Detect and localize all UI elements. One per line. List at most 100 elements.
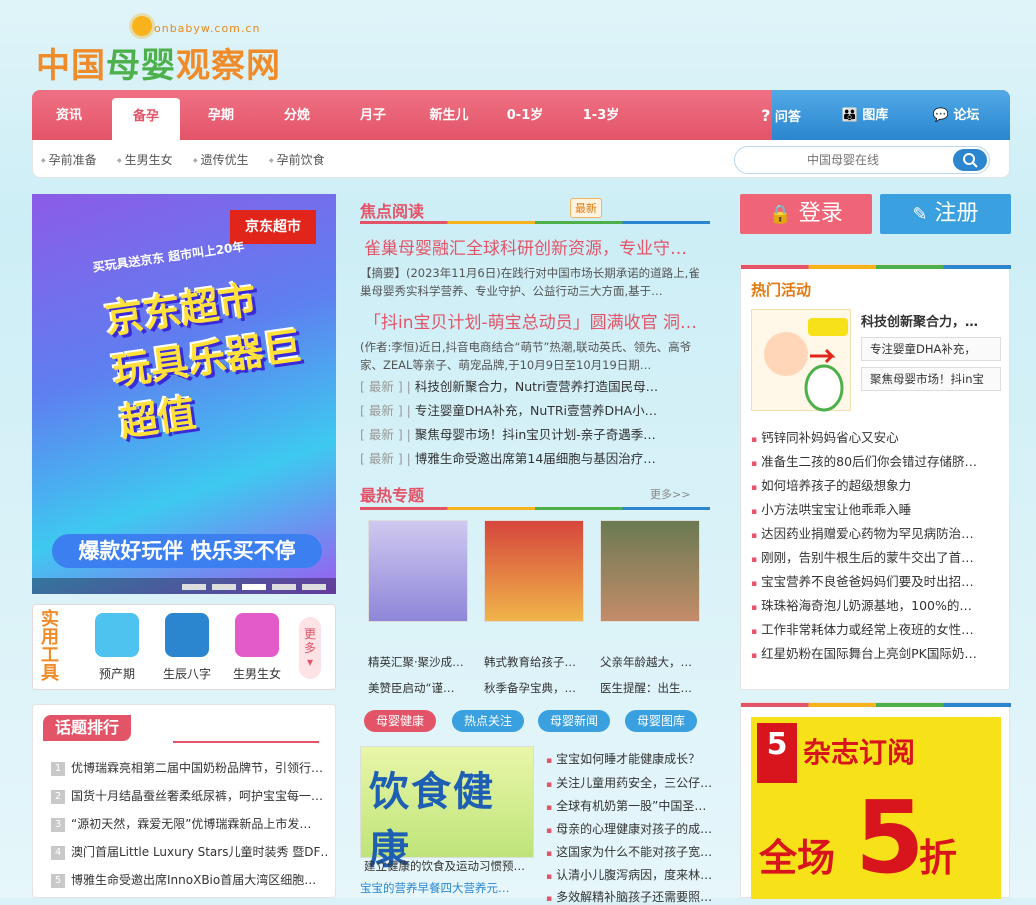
topic-caption[interactable]: 医生提醒：出生…: [600, 680, 708, 696]
health-list-item[interactable]: 认清小儿腹泻病因，度来林…: [546, 866, 712, 883]
tools-panel: 实用工具 预产期 生辰八字 生男生女 更多 ▾: [32, 604, 336, 690]
search-button[interactable]: [953, 149, 987, 171]
activity-list-item[interactable]: 刚刚，告别牛根生后的蒙牛交出了首…: [751, 547, 1005, 566]
logo-part-2: 母婴: [106, 46, 176, 86]
magazine-subscribe-text: 杂志订阅: [803, 736, 916, 769]
nav-item-pregnancy[interactable]: 孕期: [188, 90, 254, 140]
subnav-item[interactable]: 遗传优生: [193, 151, 249, 168]
tool-gender[interactable]: 生男生女: [227, 613, 287, 682]
gender-icon: [235, 613, 279, 657]
magazine-discount-number: 5: [855, 779, 925, 896]
activity-list-item[interactable]: 如何培养孩子的超级想象力: [751, 475, 1005, 494]
rank-text: 优博瑞霖亮相第二届中国奶粉品牌节，引领行…: [71, 761, 324, 775]
health-list-item[interactable]: 多效解精补脑孩子还需要照…: [546, 888, 712, 905]
baby-milk-image[interactable]: [751, 309, 851, 412]
topic-caption[interactable]: 韩式教育给孩子…: [484, 654, 592, 670]
activity-list-item[interactable]: 达因药业捐赠爱心药物为罕见病防治…: [751, 523, 1005, 542]
magazine-ad[interactable]: 5 杂志订阅 全场 5 折: [740, 702, 1011, 899]
rank-text: “源初天然，霖爱无限”优博瑞霖新品上市发…: [71, 817, 312, 831]
ranking-row[interactable]: 2 国货十月结晶蚕丝奢柔纸尿裤，呵护宝宝每一…: [51, 787, 329, 807]
hot-topics-more-link[interactable]: 更多>>: [650, 486, 690, 502]
topic-thumbnail[interactable]: [484, 520, 584, 622]
carousel-dot-active[interactable]: [242, 584, 266, 590]
ranking-row[interactable]: 1 优博瑞霖亮相第二届中国奶粉品牌节，引领行…: [51, 759, 329, 779]
tools-more-button[interactable]: 更多 ▾: [299, 617, 321, 679]
topic-caption[interactable]: 精英汇聚·聚沙成…: [368, 654, 476, 670]
nav-item-confinement[interactable]: 月子: [340, 90, 406, 140]
news-item[interactable]: [ 最新 ] | 博雅生命受邀出席第14届细胞与基因治疗…: [360, 448, 710, 467]
nav-item-news[interactable]: 资讯: [32, 90, 106, 140]
news-tag: [ 最新 ] |: [360, 451, 411, 466]
ranking-row[interactable]: 3 “源初天然，霖爱无限”优博瑞霖新品上市发…: [51, 815, 329, 835]
nav-item-qa[interactable]: ? 问答: [750, 90, 812, 140]
topic-caption[interactable]: 秋季备孕宝典，…: [484, 680, 592, 696]
nav-item-forum[interactable]: 💬 论坛: [924, 90, 988, 140]
nav-item-0-1[interactable]: 0-1岁: [492, 90, 558, 140]
nav-item-gallery[interactable]: 👪 图库: [832, 90, 898, 140]
topic-thumbnail[interactable]: [368, 520, 468, 622]
food-health-image[interactable]: 饮食健康: [360, 746, 534, 873]
activity-list-item[interactable]: 准备生二孩的80后们你会错过存储脐…: [751, 451, 1005, 470]
banner-ribbon: 买玩具送京东 超市叫上20年: [91, 239, 246, 275]
health-list-item[interactable]: 全球有机奶第一股”中国圣…: [546, 797, 712, 814]
tools-title: 实用工具: [41, 609, 59, 684]
taiji-icon: [165, 613, 209, 657]
activity-box-link[interactable]: 专注婴童DHA补充，: [861, 337, 1001, 361]
rank-text: 博雅生命受邀出席InnoXBio首届大湾区细胞…: [71, 873, 317, 887]
news-item[interactable]: [ 最新 ] | 专注婴童DHA补充，NuTRi壹营养DHA小…: [360, 400, 710, 419]
activity-list-item[interactable]: 宝宝营养不良爸爸妈妈们要及时出招…: [751, 571, 1005, 590]
topic-caption[interactable]: 父亲年龄越大，…: [600, 654, 708, 670]
carousel-dot[interactable]: [212, 584, 236, 590]
activity-box-link[interactable]: 聚焦母婴市场！抖in宝: [861, 367, 1001, 391]
search-input[interactable]: [745, 151, 941, 169]
nav-item-preparation[interactable]: 备孕: [112, 98, 180, 140]
tab-hot-focus[interactable]: 热点关注: [452, 710, 525, 732]
rank-number: 2: [51, 790, 65, 804]
news-item[interactable]: [ 最新 ] | 科技创新聚合力，Nutri壹营养打造国民母…: [360, 376, 710, 395]
activity-list-item[interactable]: 工作非常耗体力或经常上夜班的女性…: [751, 619, 1005, 638]
carousel-dot[interactable]: [182, 584, 206, 590]
hot-topics-divider: [360, 507, 710, 510]
health-list-item[interactable]: 宝宝如何睡才能健康成长？: [546, 750, 712, 767]
tab-maternal-gallery[interactable]: 母婴图库: [625, 710, 698, 732]
nav-qa-label: 问答: [774, 110, 801, 125]
focus-headline-2[interactable]: 「抖in宝贝计划-萌宝总动员」圆满收官 洞…: [364, 308, 710, 333]
food-caption[interactable]: 建立健康的饮食及运动习惯预…: [364, 858, 534, 874]
carousel-dot[interactable]: [302, 584, 326, 590]
subnav-item[interactable]: 孕前准备: [41, 151, 97, 168]
hot-activity-panel: 热门活动 科技创新聚合力，… 专注婴童DHA补充， 聚焦母婴市场！抖in宝 钙锌…: [740, 264, 1011, 690]
tool-due-date[interactable]: 预产期: [87, 613, 147, 682]
tab-maternal-health[interactable]: 母婴健康: [364, 710, 437, 732]
focus-headline-1[interactable]: 雀巢母婴融汇全球科研创新资源，专业守…: [364, 234, 710, 259]
activity-list-item[interactable]: 珠珠裕海奇泡儿奶源基地，100%的…: [751, 595, 1005, 614]
subnav-item[interactable]: 生男生女: [117, 151, 173, 168]
carousel-dot[interactable]: [272, 584, 296, 590]
activity-list-item[interactable]: 小方法哄宝宝让他乖乖入睡: [751, 499, 1005, 518]
health-list-item[interactable]: 关注儿童用药安全，三公仔…: [546, 774, 712, 791]
main-nav: 资讯 备孕 孕期 分娩 月子 新生儿 0-1岁 1-3岁 ? 问答 👪 图库 💬…: [32, 90, 1010, 140]
activity-feature-title[interactable]: 科技创新聚合力，…: [861, 311, 978, 330]
chevron-down-icon: ▾: [306, 655, 314, 669]
ranking-row[interactable]: 5 博雅生命受邀出席InnoXBio首届大湾区细胞…: [51, 871, 329, 891]
login-button[interactable]: 🔒 登录: [740, 194, 872, 234]
register-button[interactable]: ✎ 注册: [880, 194, 1011, 234]
subnav-item[interactable]: 孕前饮食: [269, 151, 325, 168]
site-logo[interactable]: onbabyw.com.cn 中国母婴观察网: [36, 16, 280, 86]
nav-item-1-3[interactable]: 1-3岁: [568, 90, 634, 140]
activity-list-item[interactable]: 红星奶粉在国际舞台上亮剑PK国际奶…: [751, 643, 1005, 662]
nav-item-delivery[interactable]: 分娩: [264, 90, 330, 140]
tab-maternal-news[interactable]: 母婴新闻: [538, 710, 611, 732]
activity-list-item[interactable]: 钙锌同补妈妈省心又安心: [751, 427, 1005, 446]
food-first-item[interactable]: 宝宝的营养早餐四大营养元…: [360, 880, 534, 896]
tool-bazi[interactable]: 生辰八字: [157, 613, 217, 682]
health-list-item[interactable]: 这国家为什么不能对孩子宽…: [546, 843, 712, 860]
health-list-item[interactable]: 母亲的心理健康对孩子的成…: [546, 820, 712, 837]
ranking-row[interactable]: 4 澳门首届Little Luxury Stars儿童时装秀 暨DF…: [51, 843, 329, 863]
clock-icon: [95, 613, 139, 657]
nav-item-newborn[interactable]: 新生儿: [416, 90, 482, 140]
news-item[interactable]: [ 最新 ] | 聚焦母婴市场！抖in宝贝计划-亲子奇遇季…: [360, 424, 710, 443]
topic-caption[interactable]: 美赞臣启动“谨…: [368, 680, 476, 696]
topic-thumbnail[interactable]: [600, 520, 700, 622]
tool-label: 生男生女: [232, 667, 281, 681]
promo-banner[interactable]: 京东超市 买玩具送京东 超市叫上20年 京东超市 玩具乐器巨超值 爆款好玩伴 快…: [32, 194, 336, 594]
